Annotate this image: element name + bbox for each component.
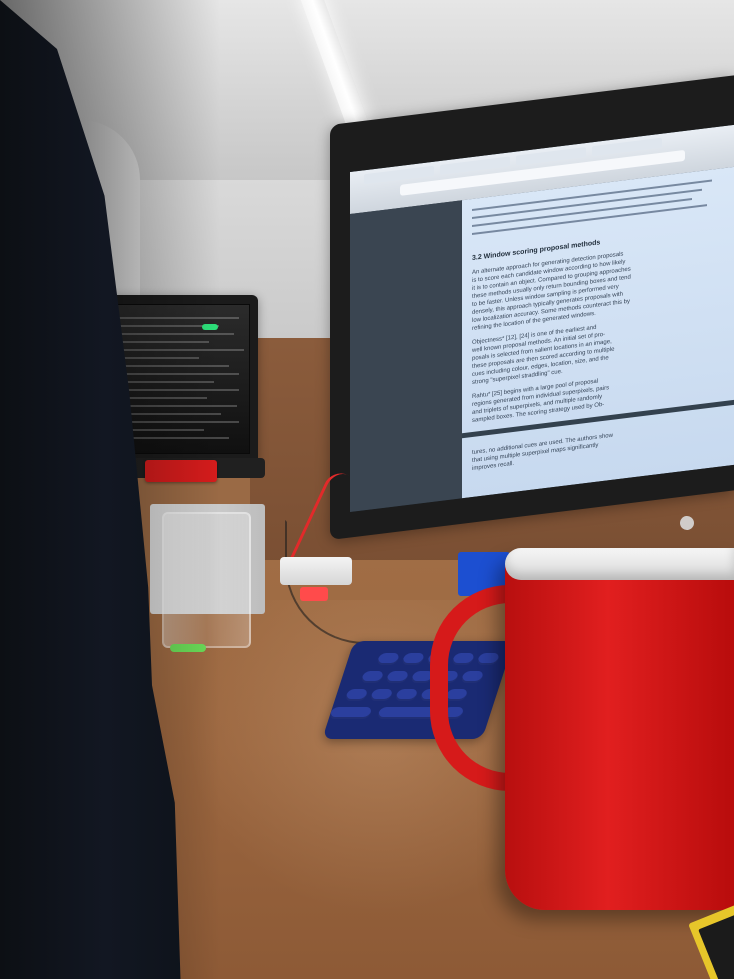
pdf-page: 3.2 Window scoring proposal methods An a… [462, 166, 734, 499]
keyboard-key [401, 653, 426, 665]
keyboard-key [344, 689, 369, 701]
monitor-screen: 3.2 Window scoring proposal methods An a… [350, 124, 734, 512]
keyboard-key [360, 671, 385, 683]
pdf-viewer-background [350, 200, 462, 512]
white-usb-device [280, 557, 352, 585]
mug-rim [505, 548, 734, 580]
keyboard-key [369, 689, 394, 701]
keyboard-key [376, 653, 401, 665]
red-mug [505, 550, 734, 910]
keyboard-key [394, 689, 419, 701]
red-connector [300, 587, 328, 601]
keyboard-key [385, 671, 410, 683]
keyboard-key [328, 707, 373, 719]
office-desk-photo: 3.2 Window scoring proposal methods An a… [0, 0, 734, 979]
